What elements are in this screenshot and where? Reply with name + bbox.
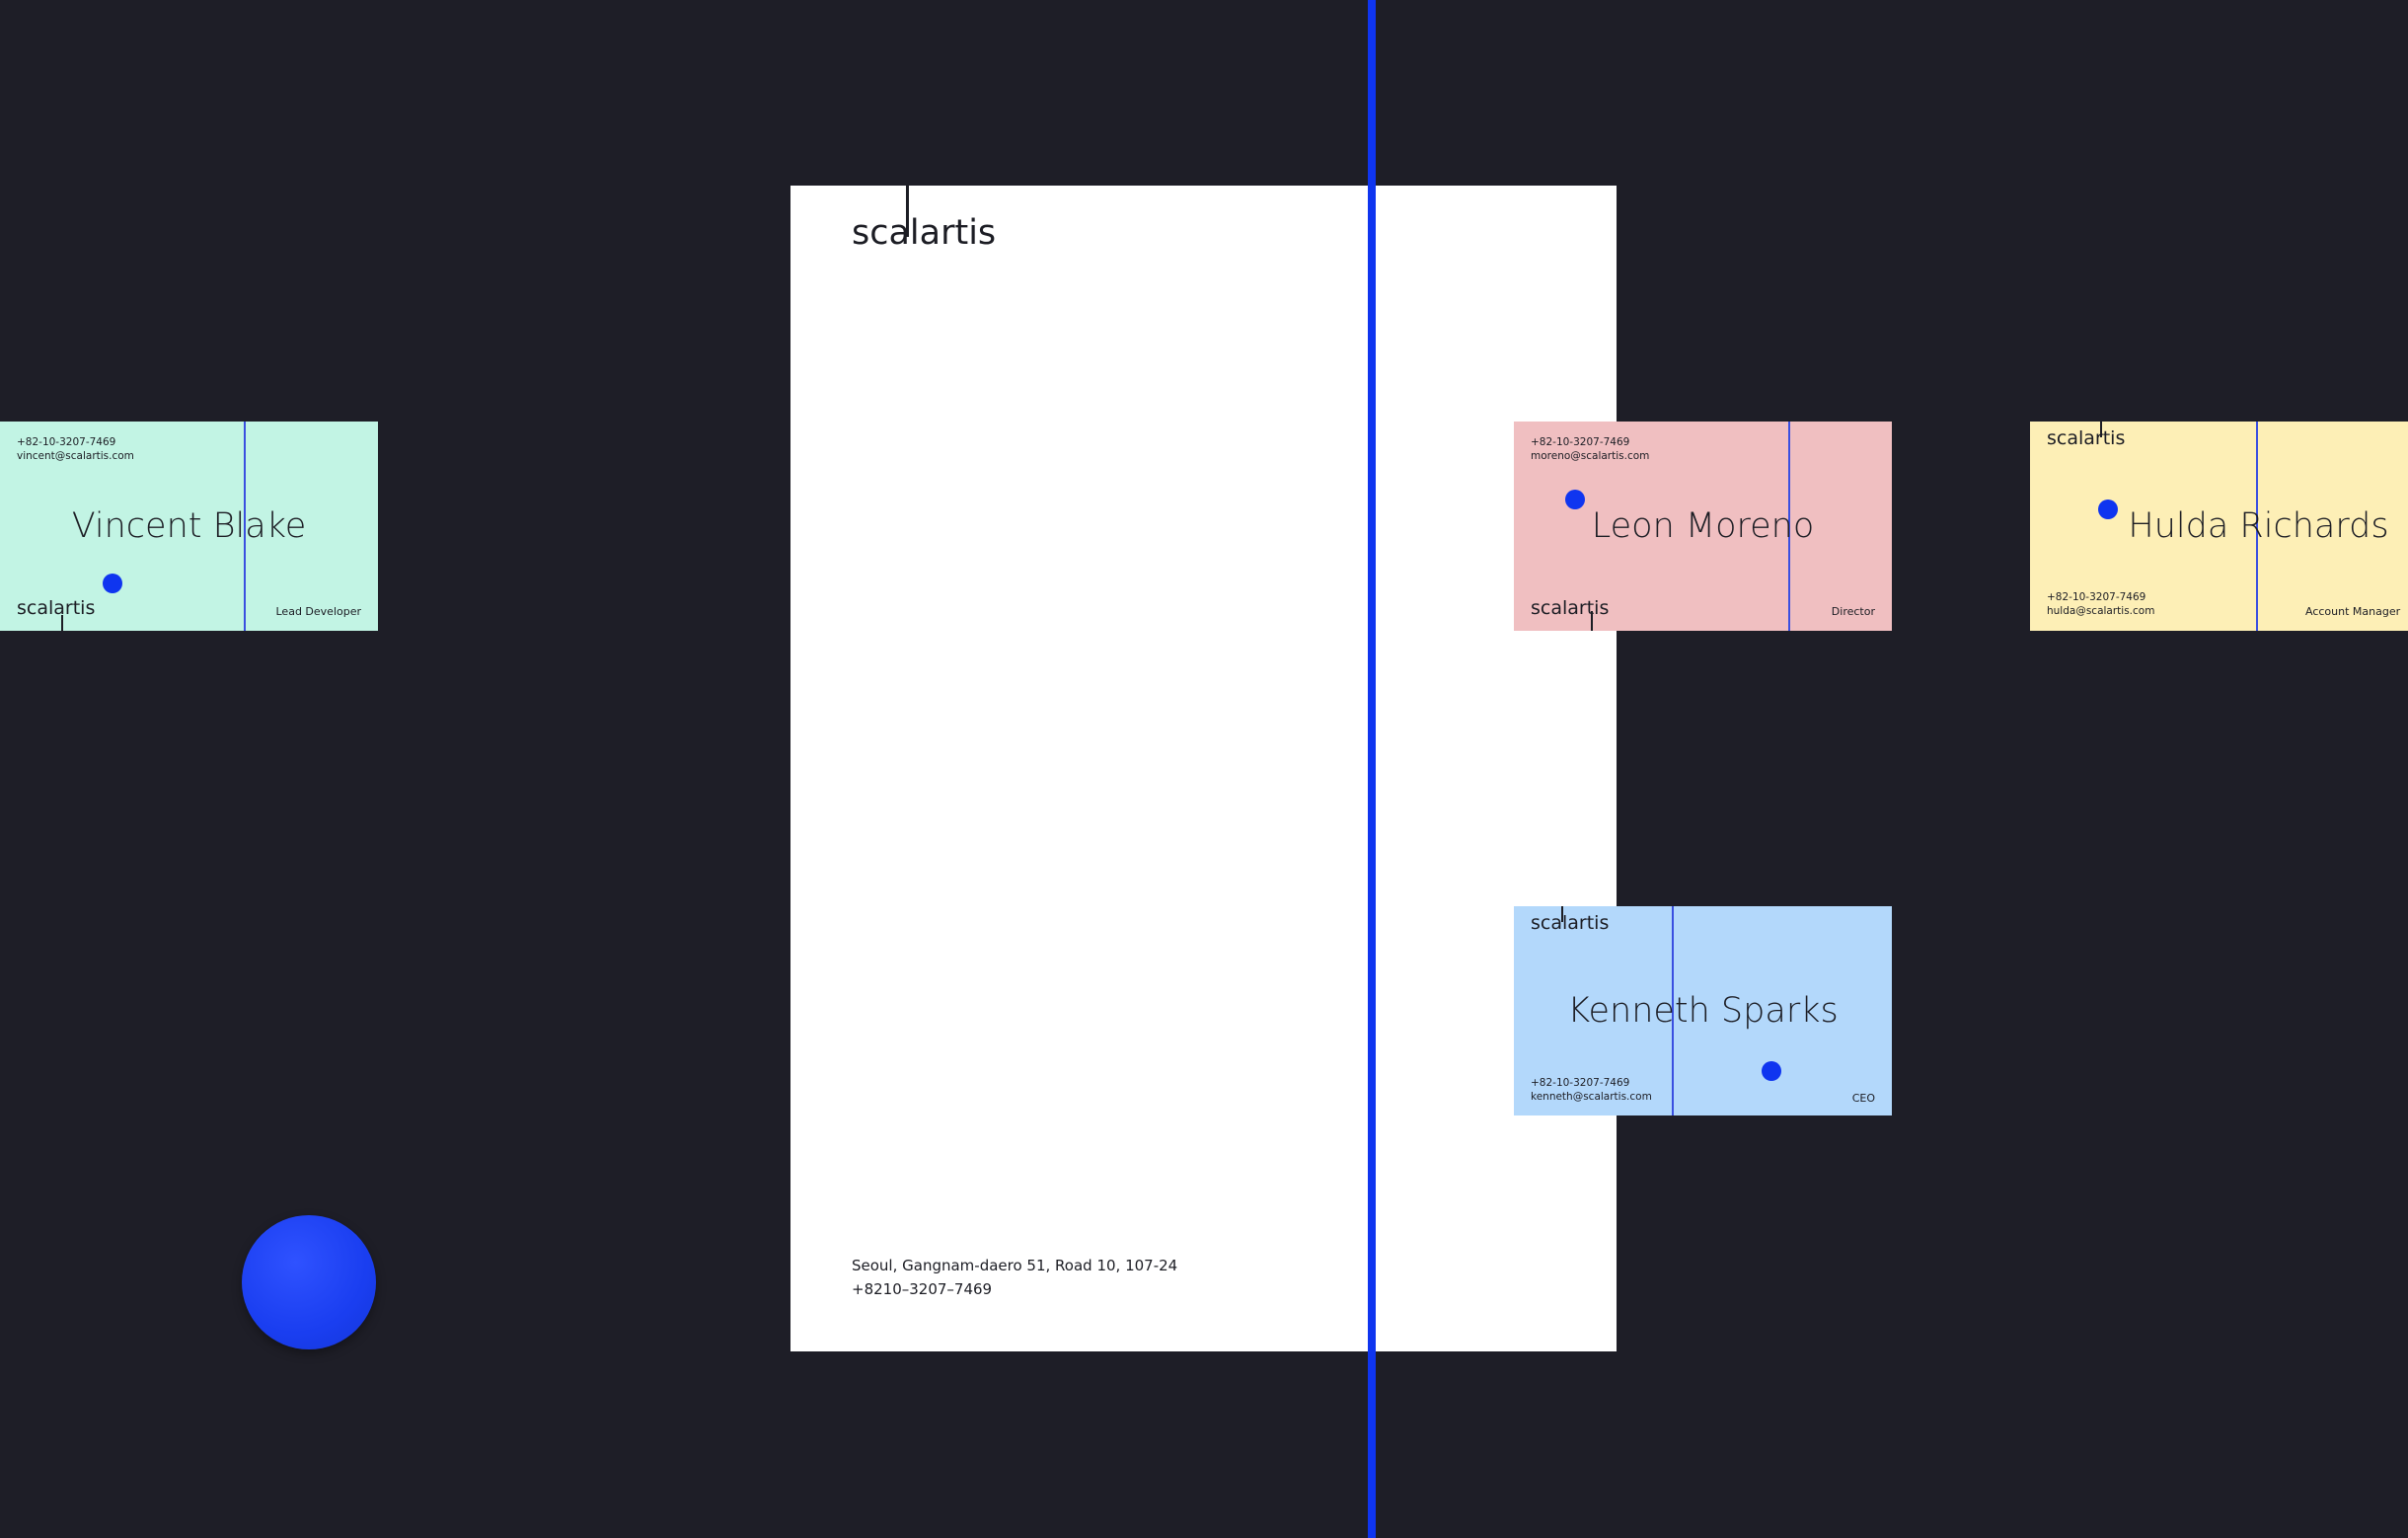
business-card-hulda: scalartis Hulda Richards +82-10-3207-746… <box>2030 422 2408 631</box>
card-role: CEO <box>1851 1092 1875 1105</box>
blue-dot <box>1762 1061 1781 1081</box>
card-contact: +82-10-3207-7469 moreno@scalartis.com <box>1531 435 1649 463</box>
card-name: Vincent Blake <box>71 506 307 546</box>
card-logo: scalartis <box>17 597 96 619</box>
card-logo: scalartis <box>1531 597 1610 619</box>
letterhead-sheet: scalartis Seoul, Gangnam-daero 51, Road … <box>790 186 1617 1351</box>
card-logo: scalartis <box>2047 427 2126 449</box>
address-line: Seoul, Gangnam-daero 51, Road 10, 107-24 <box>852 1257 1178 1274</box>
logo-mark-bar <box>61 615 63 631</box>
card-role: Account Manager <box>2305 605 2401 618</box>
card-contact: +82-10-3207-7469 vincent@scalartis.com <box>17 435 134 463</box>
card-name: Hulda Richards <box>2128 506 2389 546</box>
card-logo: scalartis <box>1531 912 1610 934</box>
blue-circle-sticker <box>242 1215 376 1349</box>
card-name: Kenneth Sparks <box>1567 991 1839 1031</box>
business-card-vincent: +82-10-3207-7469 vincent@scalartis.com V… <box>0 422 378 631</box>
card-role: Director <box>1831 605 1875 618</box>
logo-mark-bar <box>1591 611 1593 631</box>
card-phone: +82-10-3207-7469 <box>1531 436 1630 448</box>
accent-vertical-line <box>1368 0 1376 1538</box>
card-email: hulda@scalartis.com <box>2047 605 2155 617</box>
business-card-kenneth: scalartis Kenneth Sparks +82-10-3207-746… <box>1514 906 1892 1115</box>
card-email: moreno@scalartis.com <box>1531 450 1650 462</box>
card-phone: +82-10-3207-7469 <box>17 436 116 448</box>
letterhead-logo: scalartis <box>852 213 997 253</box>
card-phone: +82-10-3207-7469 <box>1531 1077 1630 1089</box>
card-email: vincent@scalartis.com <box>17 450 134 462</box>
card-contact: +82-10-3207-7469 kenneth@scalartis.com <box>1531 1076 1652 1104</box>
business-card-leon: +82-10-3207-7469 moreno@scalartis.com Le… <box>1514 422 1892 631</box>
card-role: Lead Developer <box>275 605 362 618</box>
card-email: kenneth@scalartis.com <box>1531 1091 1652 1103</box>
card-phone: +82-10-3207-7469 <box>2047 591 2146 603</box>
card-name: Leon Moreno <box>1591 506 1815 546</box>
letterhead-address: Seoul, Gangnam-daero 51, Road 10, 107-24… <box>852 1254 1177 1301</box>
card-contact: +82-10-3207-7469 hulda@scalartis.com <box>2047 590 2154 618</box>
blue-dot <box>1565 490 1585 509</box>
phone-line: +8210–3207–7469 <box>852 1280 993 1298</box>
blue-dot <box>103 574 122 593</box>
